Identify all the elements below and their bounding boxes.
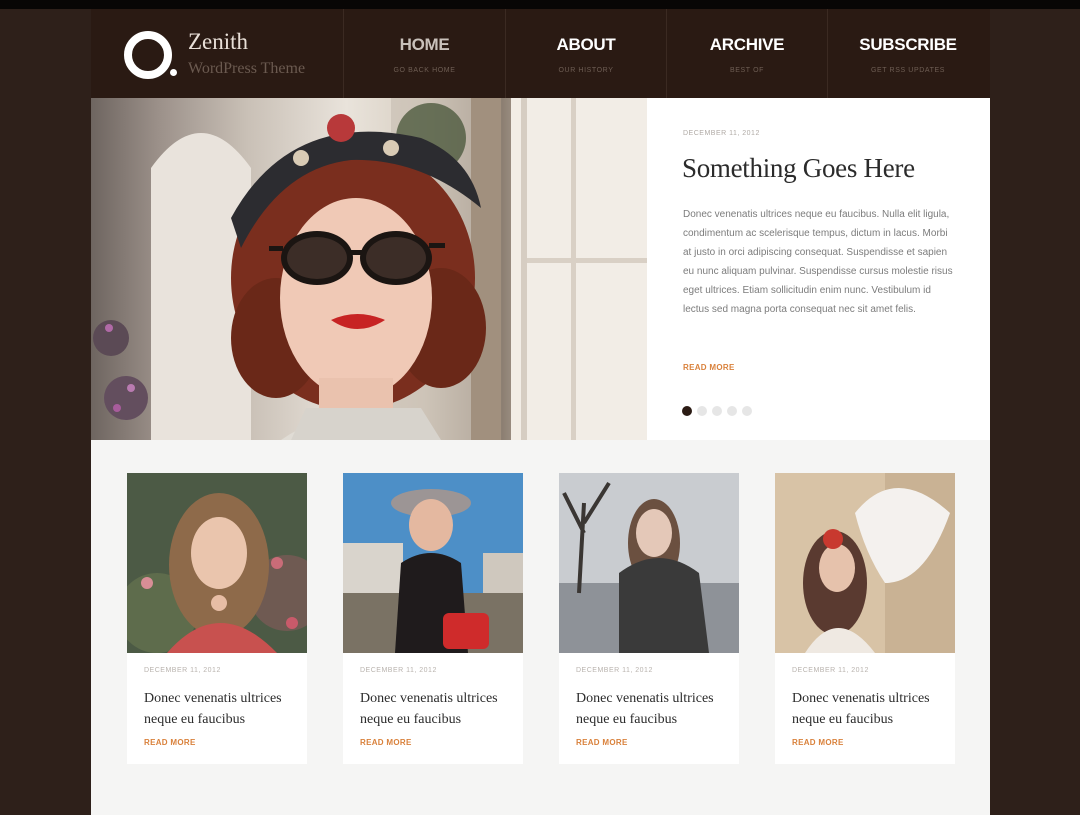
post-card: DECEMBER 11, 2012 Donec venenatis ultric…: [127, 473, 307, 764]
nav-sublabel: GET RSS UPDATES: [870, 67, 946, 74]
main-nav: HOME GO BACK HOME ABOUT OUR HISTORY ARCH…: [343, 9, 988, 98]
hero-excerpt: Donec venenatis ultrices neque eu faucib…: [683, 209, 953, 315]
hero-panel: DECEMBER 11, 2012 Something Goes Here Do…: [647, 98, 990, 440]
nav-sublabel: BEST OF: [729, 67, 765, 74]
site-title[interactable]: Zenith: [188, 29, 248, 55]
nav-item-subscribe[interactable]: SUBSCRIBE GET RSS UPDATES: [827, 9, 988, 98]
slider-pagination: [682, 406, 752, 416]
slider-dot[interactable]: [697, 406, 707, 416]
site-header: Zenith WordPress Theme HOME GO BACK HOME…: [91, 9, 990, 98]
slider-dot[interactable]: [727, 406, 737, 416]
post-title[interactable]: Donec venenatis ultrices neque eu faucib…: [144, 688, 294, 730]
post-card: DECEMBER 11, 2012 Donec venenatis ultric…: [343, 473, 523, 764]
logo-ring-icon[interactable]: [124, 31, 172, 79]
post-date: DECEMBER 11, 2012: [683, 130, 760, 137]
post-card: DECEMBER 11, 2012 Donec venenatis ultric…: [559, 473, 739, 764]
logo-dot-icon: [170, 69, 177, 76]
nav-item-home[interactable]: HOME GO BACK HOME: [343, 9, 505, 98]
site-tagline: WordPress Theme: [188, 60, 306, 77]
post-date: DECEMBER 11, 2012: [576, 667, 653, 674]
read-more-link[interactable]: READ MORE: [792, 738, 844, 747]
post-title[interactable]: Donec venenatis ultrices neque eu faucib…: [360, 688, 510, 730]
post-thumbnail[interactable]: [559, 473, 739, 653]
top-strip: [0, 0, 1080, 9]
slider-dot[interactable]: [742, 406, 752, 416]
post-date: DECEMBER 11, 2012: [360, 667, 437, 674]
read-more-link[interactable]: READ MORE: [144, 738, 196, 747]
read-more-link[interactable]: READ MORE: [683, 363, 735, 372]
post-date: DECEMBER 11, 2012: [792, 667, 869, 674]
read-more-link[interactable]: READ MORE: [576, 738, 628, 747]
read-more-link[interactable]: READ MORE: [360, 738, 412, 747]
nav-label: HOME: [399, 35, 450, 54]
post-thumbnail[interactable]: [127, 473, 307, 653]
hero-image[interactable]: [91, 98, 647, 440]
nav-item-archive[interactable]: ARCHIVE BEST OF: [666, 9, 827, 98]
post-thumbnail[interactable]: [343, 473, 523, 653]
nav-label: ABOUT: [556, 35, 616, 54]
post-card: DECEMBER 11, 2012 Donec venenatis ultric…: [775, 473, 955, 764]
nav-sublabel: GO BACK HOME: [393, 67, 456, 74]
page-container: Zenith WordPress Theme HOME GO BACK HOME…: [91, 9, 990, 815]
nav-sublabel: OUR HISTORY: [558, 67, 614, 74]
nav-label: ARCHIVE: [709, 35, 785, 54]
slider-dot[interactable]: [712, 406, 722, 416]
post-title[interactable]: Donec venenatis ultrices neque eu faucib…: [792, 688, 942, 730]
hero-title[interactable]: Something Goes Here: [682, 153, 915, 184]
post-thumbnail[interactable]: [775, 473, 955, 653]
post-date: DECEMBER 11, 2012: [144, 667, 221, 674]
post-title[interactable]: Donec venenatis ultrices neque eu faucib…: [576, 688, 726, 730]
slider-dot[interactable]: [682, 406, 692, 416]
nav-item-about[interactable]: ABOUT OUR HISTORY: [505, 9, 666, 98]
nav-label: SUBSCRIBE: [859, 35, 957, 54]
